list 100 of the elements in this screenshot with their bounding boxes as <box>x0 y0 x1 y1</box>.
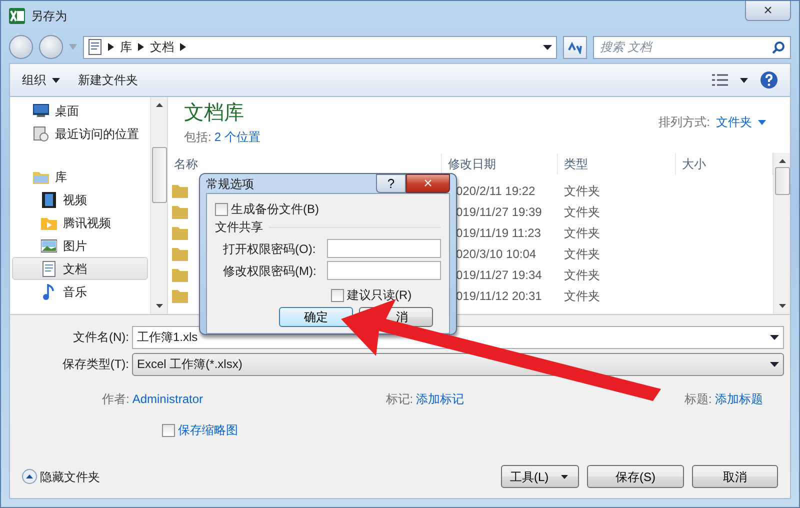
table-cell-text: 文件夹 <box>563 224 601 242</box>
open-password-label: 打开权限密码(O): <box>223 240 317 258</box>
sidebar-item[interactable]: 最近访问的位置 <box>12 122 148 145</box>
hide-folders-toggle[interactable]: 隐藏文件夹 <box>40 468 100 486</box>
library-title: 文档库 <box>184 101 245 125</box>
read-only-label[interactable]: 建议只读(R) <box>347 286 412 304</box>
section-label: 文件共享 <box>215 219 263 236</box>
table-cell-text: 019/11/19 11:23 <box>455 224 542 242</box>
forward-button[interactable] <box>39 35 63 59</box>
folder-icon <box>172 289 188 304</box>
table-cell-text: 文件夹 <box>563 266 601 284</box>
table-cell-text: 019/11/12 20:31 <box>455 288 543 304</box>
column-header[interactable]: 类型 <box>558 152 676 174</box>
scroll-up-icon[interactable] <box>156 103 162 107</box>
close-button[interactable]: × <box>406 174 450 193</box>
folder-icon <box>172 247 188 262</box>
new-folder-button[interactable]: 新建文件夹 <box>78 71 138 89</box>
field-link[interactable]: 添加标记 <box>416 390 464 408</box>
thumbnail-checkbox[interactable] <box>162 424 175 436</box>
chevron-icon <box>108 43 114 51</box>
help-button[interactable]: ? <box>376 174 406 193</box>
film-icon <box>41 192 57 208</box>
dropdown-icon[interactable] <box>770 362 779 366</box>
open-password-field[interactable] <box>327 239 441 258</box>
modify-password-label: 修改权限密码(M): <box>223 262 318 280</box>
refresh-icon[interactable] <box>568 42 582 54</box>
collapse-icon[interactable] <box>22 469 37 484</box>
folder-icon <box>172 268 188 282</box>
refresh-button[interactable] <box>563 36 587 58</box>
includes-label: 包括: <box>184 129 212 146</box>
dialog-title: 常规选项 <box>206 176 254 192</box>
table-cell-text: 019/11/27 19:34 <box>455 266 543 284</box>
caret-icon[interactable] <box>52 78 60 82</box>
help-icon[interactable] <box>760 71 778 89</box>
field-label: 标记: <box>386 391 414 408</box>
field-label: 作者: <box>102 391 130 408</box>
folder-icon <box>172 184 188 198</box>
back-button[interactable] <box>9 35 33 59</box>
scroll-thumb[interactable] <box>152 147 166 203</box>
table-cell-text: 文件夹 <box>563 246 601 262</box>
address-bar[interactable]: 库 文档 <box>83 36 557 58</box>
backup-label[interactable]: 生成备份文件(B) <box>231 200 319 218</box>
sidebar-item[interactable]: 视频 <box>12 188 148 211</box>
dropdown-icon[interactable] <box>770 334 779 340</box>
close-button[interactable]: × <box>745 1 791 21</box>
folder-icon <box>172 205 188 220</box>
sidebar-item[interactable]: 图片 <box>12 234 148 257</box>
table-cell-text: 020/3/10 10:04 <box>455 246 538 262</box>
file-type-dropdown[interactable]: Excel 工作簿(*.xlsx) <box>132 352 784 376</box>
breadcrumb[interactable]: 文档 <box>150 38 174 56</box>
music-note-icon <box>41 284 57 300</box>
save-button[interactable]: 保存(S) <box>587 465 684 488</box>
file-name-label: 文件名(N): <box>72 329 130 346</box>
breadcrumb[interactable]: 库 <box>120 38 132 56</box>
view-options-icon[interactable] <box>712 74 728 86</box>
sidebar-item[interactable]: 腾讯视频 <box>12 211 148 234</box>
tools-button[interactable]: 工具(L) <box>501 465 579 488</box>
chevron-icon <box>138 43 144 51</box>
read-only-checkbox[interactable] <box>331 288 344 302</box>
organize-menu[interactable]: 组织 <box>22 71 46 89</box>
field-label: 标题: <box>684 391 712 408</box>
thumbnail-label[interactable]: 保存缩略图 <box>178 421 238 439</box>
scroll-thumb[interactable] <box>774 167 790 195</box>
picture-icon <box>41 238 57 254</box>
table-cell-text: 020/2/11 19:22 <box>455 182 536 200</box>
scrollbar[interactable] <box>773 153 790 314</box>
document-icon <box>88 39 102 55</box>
table-cell-text: 019/11/27 19:39 <box>455 204 543 220</box>
sidebar-item[interactable]: 库 <box>12 165 148 188</box>
search-icon <box>772 40 785 54</box>
field-link[interactable]: Administrator <box>132 390 204 408</box>
table-cell-text: 文件夹 <box>563 288 601 304</box>
sidebar-item[interactable]: 音乐 <box>12 280 148 303</box>
table-cell-text: 文件夹 <box>563 204 601 220</box>
locations-link[interactable]: 2 个位置 <box>214 128 260 146</box>
sort-menu[interactable]: 文件夹 <box>716 113 752 131</box>
table-cell-text: 文件夹 <box>563 182 601 200</box>
ok-button[interactable]: 确定 <box>279 307 353 327</box>
scroll-down-icon[interactable] <box>156 304 162 308</box>
folder-icon <box>172 226 188 240</box>
monitor-icon <box>33 102 49 118</box>
file-type-label: 保存类型(T): <box>61 356 130 373</box>
document-icon <box>41 260 57 276</box>
dropdown-icon[interactable] <box>543 44 552 50</box>
scroll-down-icon[interactable] <box>778 304 786 308</box>
caret-icon[interactable] <box>740 78 748 82</box>
search-field[interactable]: 搜索 文档 <box>593 36 791 58</box>
modify-password-field[interactable] <box>327 261 441 280</box>
scroll-up-icon[interactable] <box>778 159 786 163</box>
sidebar-item[interactable]: 桌面 <box>12 99 148 122</box>
caret-icon <box>560 474 568 478</box>
field-link[interactable]: 添加标题 <box>714 390 763 408</box>
sort-label: 排列方式: <box>658 114 710 131</box>
chevron-icon <box>180 43 186 51</box>
window-title: 另存为 <box>31 8 67 25</box>
scrollbar[interactable] <box>150 97 167 314</box>
cancel-button[interactable]: 取消 <box>692 465 778 488</box>
backup-checkbox[interactable] <box>215 202 228 216</box>
sidebar-item[interactable]: 文档 <box>12 257 148 280</box>
excel-icon <box>9 8 25 24</box>
